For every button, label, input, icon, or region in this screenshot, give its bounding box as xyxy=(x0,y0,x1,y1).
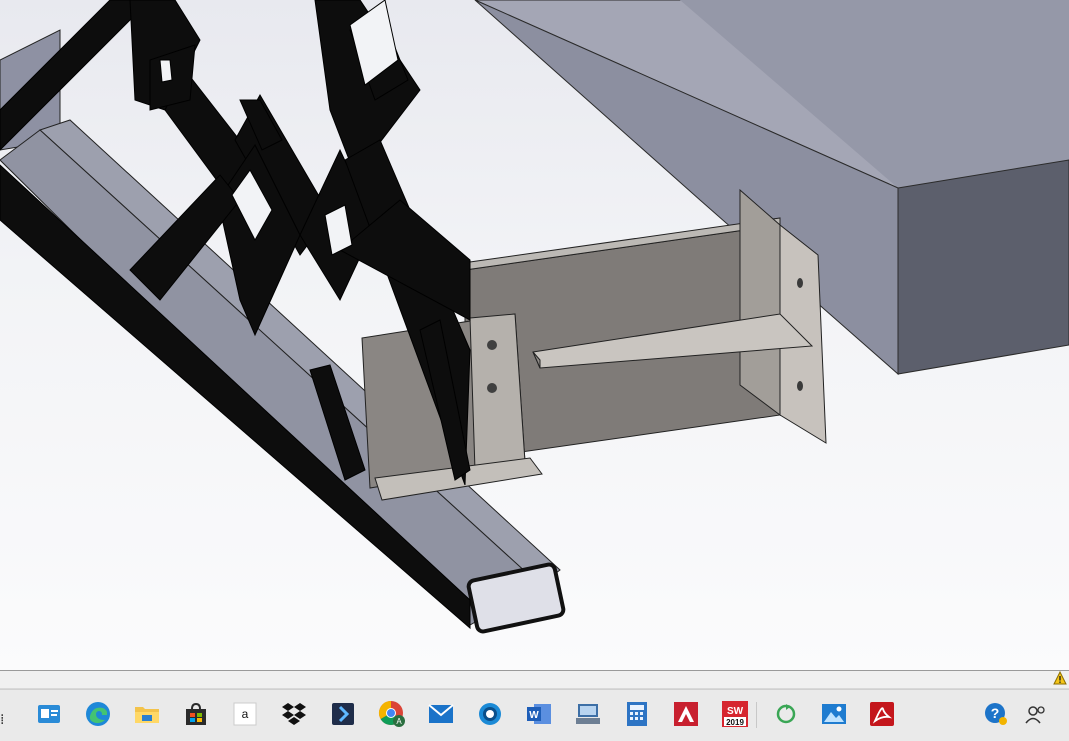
sync-icon[interactable] xyxy=(770,698,802,730)
dropbox-icon[interactable] xyxy=(278,698,310,730)
status-bar xyxy=(0,671,1069,689)
flange-hole-bottom xyxy=(797,381,803,391)
angle-hole-2 xyxy=(487,383,497,393)
people-icon[interactable] xyxy=(1020,698,1052,730)
help-icon[interactable]: ? xyxy=(980,698,1012,730)
flange-hole-top xyxy=(797,278,803,288)
mail-icon[interactable] xyxy=(425,698,457,730)
angle-hole-1 xyxy=(487,340,497,350)
autocad-icon[interactable] xyxy=(670,698,702,730)
end-flange-side[interactable] xyxy=(739,188,781,416)
chrome-icon[interactable]: A xyxy=(376,698,408,730)
store-icon[interactable] xyxy=(180,698,212,730)
word-icon[interactable]: W xyxy=(523,698,555,730)
svg-text:?: ? xyxy=(991,705,1000,721)
svg-text:2019: 2019 xyxy=(726,718,744,727)
windows-taskbar: ⁞ a A W SW 2019 ? xyxy=(0,689,1069,741)
svg-text:A: A xyxy=(396,717,402,726)
edge-icon[interactable] xyxy=(82,698,114,730)
solidworks-icon[interactable]: SW 2019 xyxy=(719,698,751,730)
network-icon[interactable] xyxy=(572,698,604,730)
folder-icon[interactable] xyxy=(131,698,163,730)
svg-text:a: a xyxy=(242,707,249,721)
taskbar-separator xyxy=(756,702,757,728)
settings-app-icon[interactable] xyxy=(474,698,506,730)
file-explorer-contact-icon[interactable] xyxy=(33,698,65,730)
calculator-icon[interactable] xyxy=(621,698,653,730)
photos-icon[interactable] xyxy=(818,698,850,730)
sendspace-icon[interactable] xyxy=(327,698,359,730)
amazon-icon[interactable]: a xyxy=(229,698,261,730)
angle-vertical-face[interactable] xyxy=(469,313,526,471)
acrobat-icon[interactable] xyxy=(866,698,898,730)
warning-icon[interactable] xyxy=(1053,671,1067,685)
3d-model-viewport[interactable] xyxy=(0,0,1069,670)
svg-text:SW: SW xyxy=(727,706,744,717)
task-view-edge-icon[interactable]: ⁞ xyxy=(0,712,4,728)
block-front-face[interactable] xyxy=(897,159,1069,375)
model-graphics[interactable] xyxy=(0,0,1069,670)
svg-text:W: W xyxy=(529,710,539,721)
